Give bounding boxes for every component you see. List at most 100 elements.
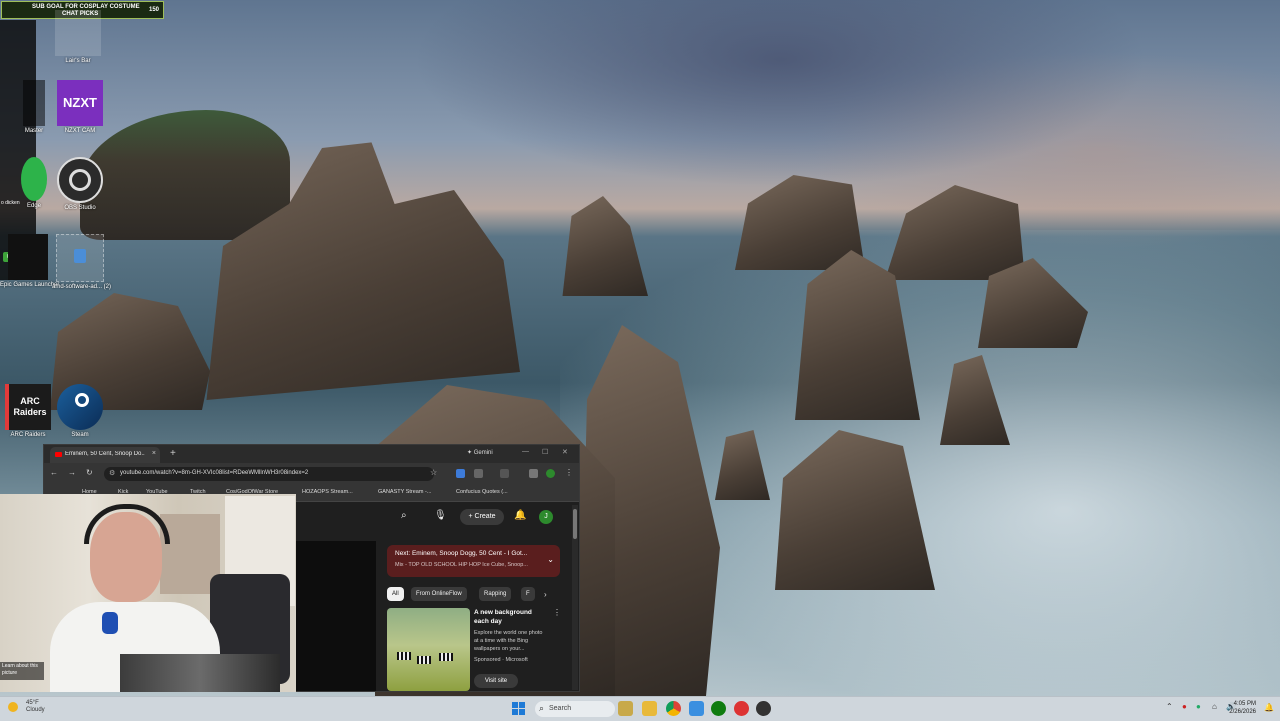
create-label: Create [474,513,496,520]
desktop-icon-label: Lair's Bar [65,58,91,64]
extension-icon[interactable] [529,469,538,478]
maximize-icon[interactable]: ☐ [542,448,548,456]
start-icon[interactable] [512,702,525,715]
visit-site-button[interactable]: Visit site [474,674,518,688]
network-icon[interactable]: ⌂ [1212,702,1217,711]
zebra-graphic [439,653,453,661]
microphone-icon[interactable]: 🎙 [434,510,447,521]
bookmark-star-icon[interactable]: ☆ [430,468,437,477]
desktop-icon-nzxt-cam[interactable]: NZXT NZXT CAM [52,80,108,134]
desktop-icon-lairs-bar[interactable]: Lair's Bar [50,10,106,64]
site-info-icon[interactable]: ⚙ [109,469,115,477]
notifications-bell-icon[interactable]: 🔔 [514,510,526,521]
url-input[interactable]: ⚙ youtube.com/watch?v=8m-GH-XVIc08list=R… [104,467,434,481]
profile-icon[interactable] [546,469,555,478]
scrollbar-thumb[interactable] [573,509,577,539]
chevron-down-icon[interactable]: ⌄ [547,555,554,564]
desktop-icon-epic-games[interactable]: Epic Games Launcher [0,234,60,288]
menu-icon[interactable]: ⋮ [565,468,573,477]
up-next-card[interactable]: Next: Eminem, Snoop Dogg, 50 Cent - I Go… [387,545,560,577]
extension-icon[interactable] [474,469,483,478]
chrome-icon[interactable] [666,701,681,716]
learn-about-picture[interactable]: Learn about this picture [0,662,44,680]
edge-icon [21,157,47,201]
desktop-icon-label: OBS Studio [64,205,96,211]
desktop-icon-edge[interactable]: Edge [14,157,54,209]
search-input[interactable]: ⌕ Search [535,701,615,717]
ad-title[interactable]: A new background each day [474,608,544,626]
tray-expand-icon[interactable]: ⌃ [1166,702,1173,711]
scrollbar[interactable] [572,505,578,690]
browser-tab-bar: Eminem, 50 Cent, Snoop Do... × + ✦ Gemin… [44,445,579,463]
tray-app-icon[interactable]: ● [1182,702,1187,711]
file-explorer-icon[interactable] [642,701,657,716]
clock-date: 2/26/2026 [1229,709,1256,715]
arc-raiders-icon: ARC Raiders [5,384,51,430]
chip-all[interactable]: All [387,587,404,601]
ad-description: Explore the world one photo at a time wi… [474,630,543,652]
headset-graphic [84,504,170,544]
taskbar: 45°F Cloudy ⌕ Search ⌃ ● ● ⌂ 🔊 4:05 PM 2… [0,696,1280,721]
ad-sponsored-label: Sponsored · Microsoft [474,657,528,663]
master-icon [23,80,45,126]
desktop-icon-label: amd-software-ad... (2) [52,284,112,290]
chip-rapping[interactable]: Rapping [479,587,512,601]
desktop-icon-arc-raiders[interactable]: ARC Raiders ARC Raiders [0,384,56,438]
desktop-icon-label: NZXT CAM [64,128,96,134]
video-player[interactable] [296,541,376,691]
bookmark-item[interactable]: GANASTY Stream -... [378,489,431,495]
app-icon[interactable] [734,701,749,716]
tray-app-icon[interactable]: ● [1196,702,1201,711]
desktop-icon-label: Steam [71,432,89,438]
desktop-icon-amd-software[interactable]: amd-software-ad... (2) [52,234,112,290]
microphone-graphic [102,612,118,634]
notification-icon[interactable]: 🔔 [1264,703,1274,712]
desktop-icon-label: Epic Games Launcher [0,282,60,288]
epic-games-icon [8,234,48,280]
search-placeholder: Search [549,705,572,712]
weather-widget[interactable]: 45°F Cloudy [8,700,45,714]
url-text: youtube.com/watch?v=8m-GH-XVIc08list=RDe… [120,470,309,476]
extension-icon[interactable] [500,469,509,478]
tab-youtube[interactable]: Eminem, 50 Cent, Snoop Do... × [50,447,160,463]
weather-condition: Cloudy [26,707,45,713]
forward-icon[interactable]: → [68,468,76,477]
clock-time: 4:05 PM [1233,701,1256,707]
more-options-icon[interactable]: ⋮ [553,608,561,617]
desktop-icon-master[interactable]: Master [14,80,54,134]
desktop-icon-obs-studio[interactable]: OBS Studio [52,157,108,211]
back-icon[interactable]: ← [50,468,58,477]
zebra-graphic [417,656,431,664]
chip-from-onlineflow[interactable]: From OnlineFlow [411,587,467,601]
xbox-icon[interactable] [711,701,726,716]
nzxt-cam-icon: NZXT [57,80,103,126]
tab-title: Eminem, 50 Cent, Snoop Do... [65,451,145,457]
reload-icon[interactable]: ↻ [86,468,93,477]
create-button[interactable]: + Create [460,509,504,525]
system-clock[interactable]: 4:05 PM 2/26/2026 [1229,700,1256,716]
widgets-icon[interactable] [618,701,633,716]
obs-icon[interactable] [756,701,771,716]
steam-icon [57,384,103,430]
chip-more[interactable]: F [521,587,535,601]
bookmark-item[interactable]: HOZAOPS Stream... [302,489,353,495]
minimize-icon[interactable]: — [522,448,529,455]
gemini-button[interactable]: ✦ Gemini [467,449,493,456]
weather-cloud-icon [8,702,18,712]
close-window-icon[interactable]: ✕ [562,448,568,456]
new-tab-icon[interactable]: + [170,448,176,459]
avatar[interactable]: J [539,510,553,524]
lairs-bar-icon [55,10,101,56]
ad-thumbnail[interactable] [387,608,470,691]
youtube-icon [55,452,62,457]
desktop-icon-steam[interactable]: Steam [52,384,108,438]
bookmark-item[interactable]: Confucius Quotes (... [456,489,508,495]
app-icon[interactable] [689,701,704,716]
next-title: Next: Eminem, Snoop Dogg, 50 Cent - I Go… [395,550,528,557]
chevron-right-icon[interactable]: › [544,590,547,599]
desktop-icon-label: Edge [26,203,41,209]
extension-icon[interactable] [456,469,465,478]
search-icon[interactable]: ⌕ [401,510,407,521]
close-tab-icon[interactable]: × [152,450,156,457]
address-bar-row: ← → ↻ ⚙ youtube.com/watch?v=8m-GH-XVIc08… [44,463,579,485]
